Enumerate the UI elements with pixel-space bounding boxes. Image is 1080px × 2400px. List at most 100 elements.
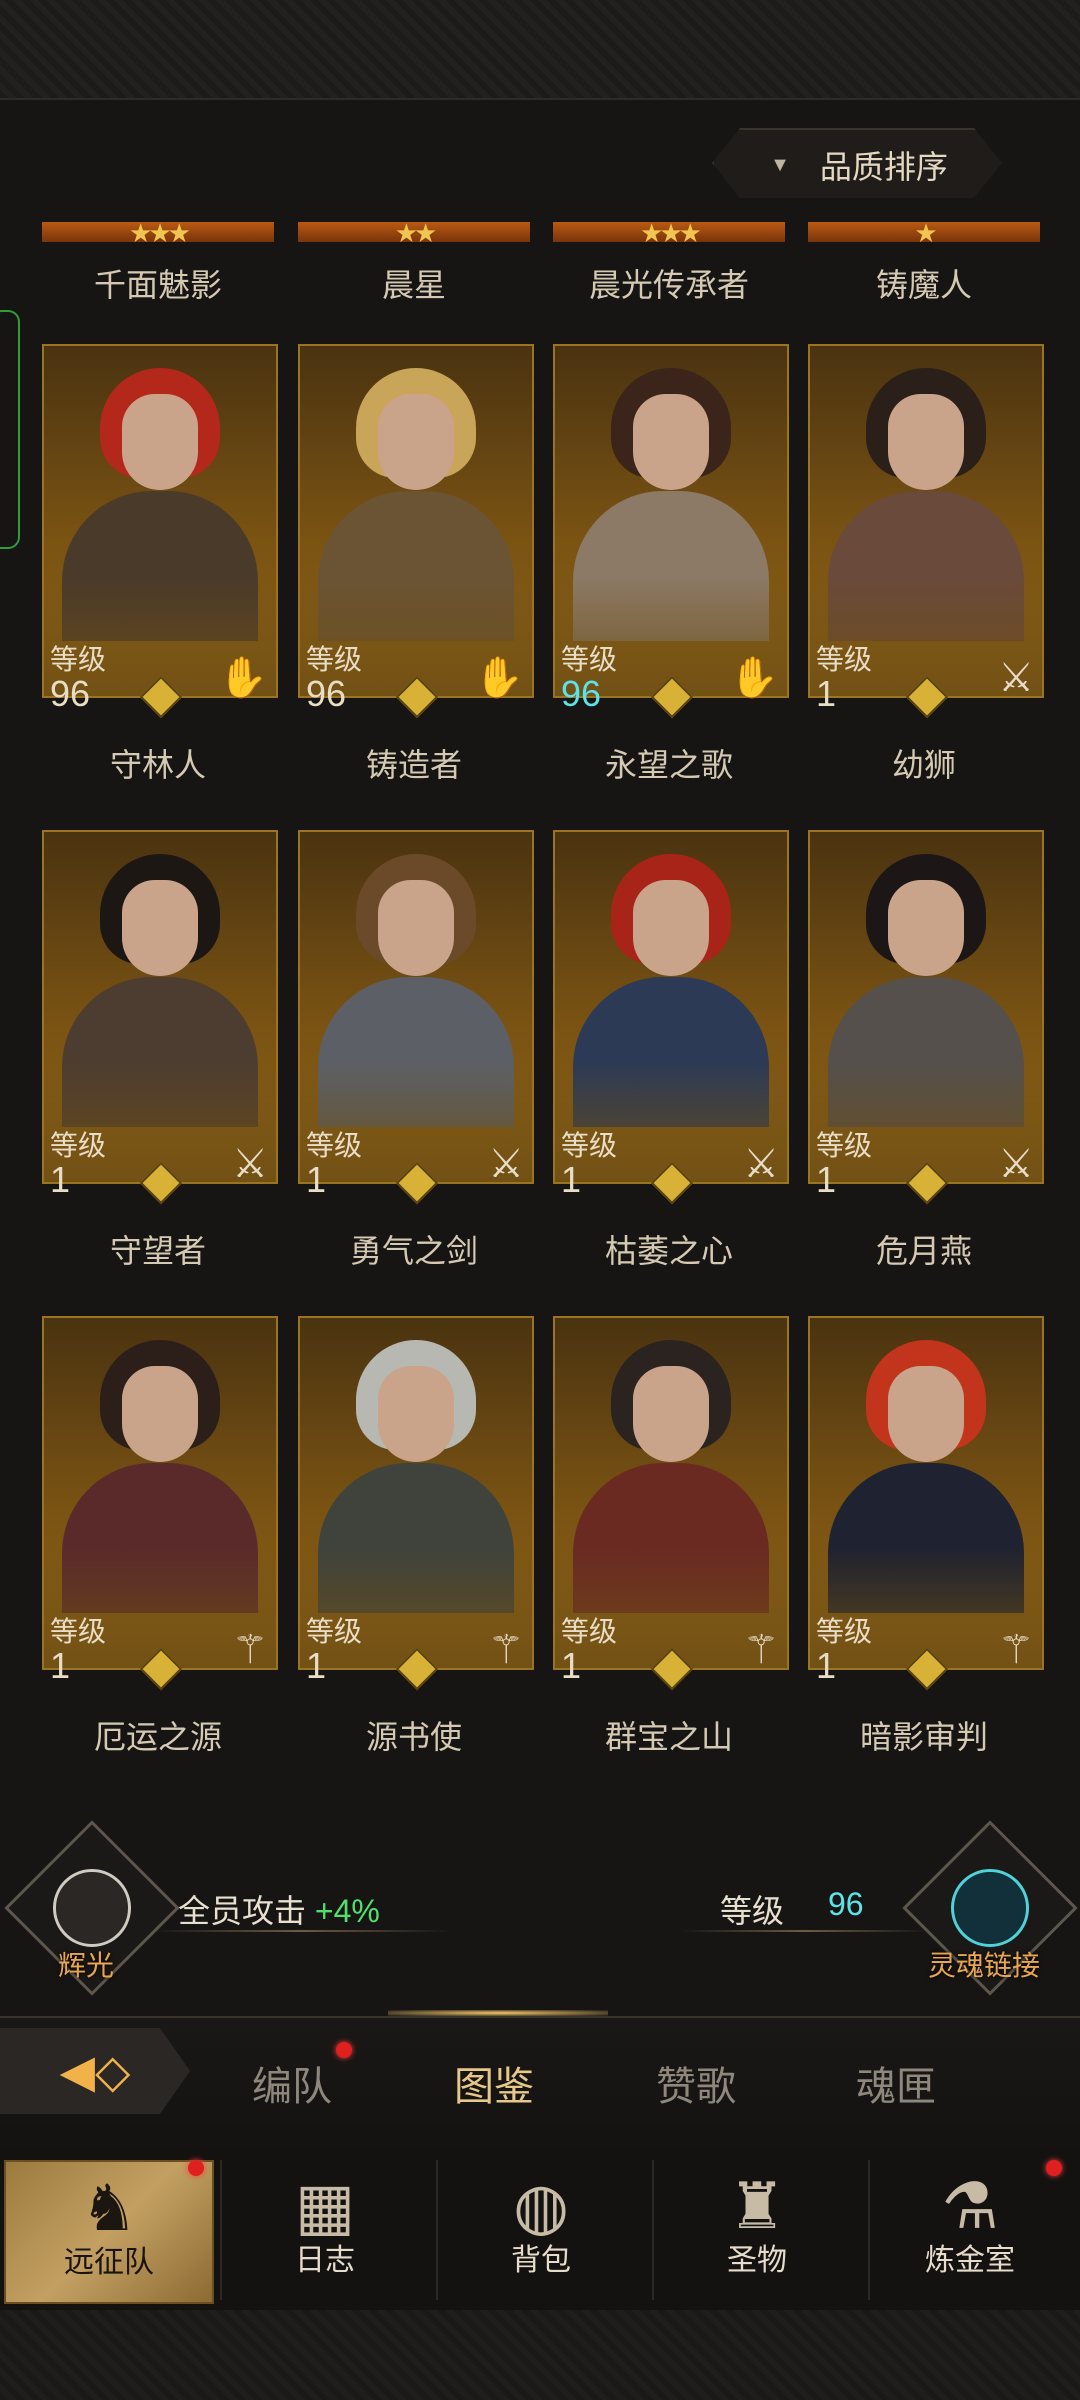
level-label: 等级 xyxy=(816,1130,873,1161)
portrait-face xyxy=(378,1366,454,1462)
level-value: 96 xyxy=(50,673,91,714)
back-button[interactable]: ◀◇ xyxy=(0,2028,190,2114)
hero-card[interactable]: 等级 1 ⚚ xyxy=(42,1316,278,1691)
tab-soul-box[interactable]: 魂匣 xyxy=(856,2054,936,2112)
hero-name[interactable]: 暗影审判 xyxy=(808,1712,1040,1758)
hero-card[interactable]: 等级 1 ⚚ xyxy=(298,1316,534,1691)
portrait-face xyxy=(378,880,454,976)
level-value: 1 xyxy=(816,673,837,714)
level-value: 1 xyxy=(816,1159,837,1200)
portrait-face xyxy=(888,1366,964,1462)
nav-journal[interactable]: ▦ 日志 xyxy=(220,2160,428,2300)
portrait-face xyxy=(378,394,454,490)
level-value: 96 xyxy=(306,673,347,714)
relic-icon: ♜ xyxy=(728,2170,786,2242)
nav-label: 圣物 xyxy=(727,2244,787,2277)
quality-sort-button[interactable]: ▼ 品质排序 xyxy=(712,128,1002,198)
portrait-face xyxy=(888,394,964,490)
triangle-down-icon: ▼ xyxy=(770,153,790,176)
notification-dot xyxy=(336,2042,352,2058)
level-value: 1 xyxy=(816,1645,837,1686)
notification-dot xyxy=(188,2160,204,2176)
soul-link-level-label: 等级 xyxy=(720,1893,785,1929)
level-label: 等级 xyxy=(50,1616,107,1647)
hero-name[interactable]: 枯萎之心 xyxy=(553,1226,785,1272)
hero-name[interactable]: 铸造者 xyxy=(298,740,530,786)
nav-label: 日志 xyxy=(295,2244,355,2277)
staff-icon: ⚚ xyxy=(743,1628,779,1672)
portrait-face xyxy=(122,1366,198,1462)
team-attack-bonus: 全员攻击 +4% xyxy=(178,1886,380,1932)
active-tab-glow xyxy=(388,2010,608,2016)
hero-card[interactable]: 等级 96 ✋ xyxy=(298,344,534,719)
nav-backpack[interactable]: ◍ 背包 xyxy=(436,2160,644,2300)
hero-card[interactable]: 等级 1 ⚚ xyxy=(553,1316,789,1691)
helmet-icon: ♞ xyxy=(80,2172,138,2244)
radiance-label: 辉光 xyxy=(58,1950,115,1981)
level-label: 等级 xyxy=(816,1616,873,1647)
hero-name[interactable]: 群宝之山 xyxy=(553,1712,785,1758)
portrait-face xyxy=(122,880,198,976)
nav-expedition[interactable]: ♞ 远征队 xyxy=(4,2160,214,2304)
level-label: 等级 xyxy=(306,1616,363,1647)
notification-dot xyxy=(1046,2160,1062,2176)
hero-name[interactable]: 晨星 xyxy=(298,260,530,306)
hero-card[interactable]: 等级 1 ⚔ xyxy=(298,830,534,1205)
level-value: 96 xyxy=(561,673,602,714)
level-value: 1 xyxy=(561,1645,582,1686)
hero-card[interactable]: 等级 1 ⚔ xyxy=(808,830,1044,1205)
star-rating: ★★★ xyxy=(129,218,191,248)
sort-label: 品质排序 xyxy=(819,149,948,185)
hero-card[interactable]: 等级 96 ✋ xyxy=(553,344,789,719)
level-label: 等级 xyxy=(50,644,107,675)
hero-card[interactable]: 等级 1 ⚔ xyxy=(42,830,278,1205)
sword-icon: ⚔ xyxy=(488,1142,524,1186)
hero-name[interactable]: 守望者 xyxy=(42,1226,274,1272)
bag-icon: ◍ xyxy=(513,2170,569,2242)
level-label: 等级 xyxy=(306,644,363,675)
hand-icon: ✋ xyxy=(474,656,524,700)
portrait-face xyxy=(633,880,709,976)
side-edge-indicator xyxy=(0,310,20,549)
level-value: 1 xyxy=(50,1159,71,1200)
level-label: 等级 xyxy=(561,1130,618,1161)
tab-formation[interactable]: 编队 xyxy=(252,2054,332,2112)
star-rating: ★ xyxy=(914,218,937,248)
hero-name[interactable]: 千面魅影 xyxy=(42,260,274,306)
level-label: 等级 xyxy=(306,1130,363,1161)
nav-label: 炼金室 xyxy=(925,2244,1015,2277)
hero-name[interactable]: 勇气之剑 xyxy=(298,1226,530,1272)
sword-icon: ⚔ xyxy=(998,656,1034,700)
tab-anthem[interactable]: 赞歌 xyxy=(656,2054,736,2112)
hero-name[interactable]: 幼狮 xyxy=(808,740,1040,786)
hero-name[interactable]: 守林人 xyxy=(42,740,274,786)
nav-relic[interactable]: ♜ 圣物 xyxy=(652,2160,860,2300)
level-label: 等级 xyxy=(50,1130,107,1161)
soul-link-level-value: 96 xyxy=(828,1886,864,1922)
level-value: 1 xyxy=(306,1645,327,1686)
level-label: 等级 xyxy=(561,1616,618,1647)
hero-name[interactable]: 永望之歌 xyxy=(553,740,785,786)
tab-codex[interactable]: 图鉴 xyxy=(454,2054,534,2112)
portrait-face xyxy=(633,1366,709,1462)
soul-link-label: 灵魂链接 xyxy=(928,1950,1041,1981)
hero-card[interactable]: 等级 96 ✋ xyxy=(42,344,278,719)
top-decorative-bar xyxy=(0,0,1080,100)
hero-name[interactable]: 铸魔人 xyxy=(808,260,1040,306)
hero-name[interactable]: 晨光传承者 xyxy=(553,260,785,306)
bonus-stat-label: 全员攻击 xyxy=(178,1893,307,1929)
hero-card[interactable]: 等级 1 ⚚ xyxy=(808,1316,1044,1691)
hero-name[interactable]: 源书使 xyxy=(298,1712,530,1758)
hand-icon: ✋ xyxy=(218,656,268,700)
nav-alchemy[interactable]: ⚗ 炼金室 xyxy=(868,2160,1070,2300)
hero-card[interactable]: 等级 1 ⚔ xyxy=(808,344,1044,719)
hero-name[interactable]: 危月燕 xyxy=(808,1226,1040,1272)
hero-card[interactable]: 等级 1 ⚔ xyxy=(553,830,789,1205)
bottom-decorative-strip xyxy=(0,2310,1080,2400)
portrait-face xyxy=(633,394,709,490)
staff-icon: ⚚ xyxy=(232,1628,268,1672)
hero-name[interactable]: 厄运之源 xyxy=(42,1712,274,1758)
star-rating: ★★ xyxy=(394,218,438,248)
level-value: 1 xyxy=(561,1159,582,1200)
nav-label: 背包 xyxy=(511,2244,571,2277)
